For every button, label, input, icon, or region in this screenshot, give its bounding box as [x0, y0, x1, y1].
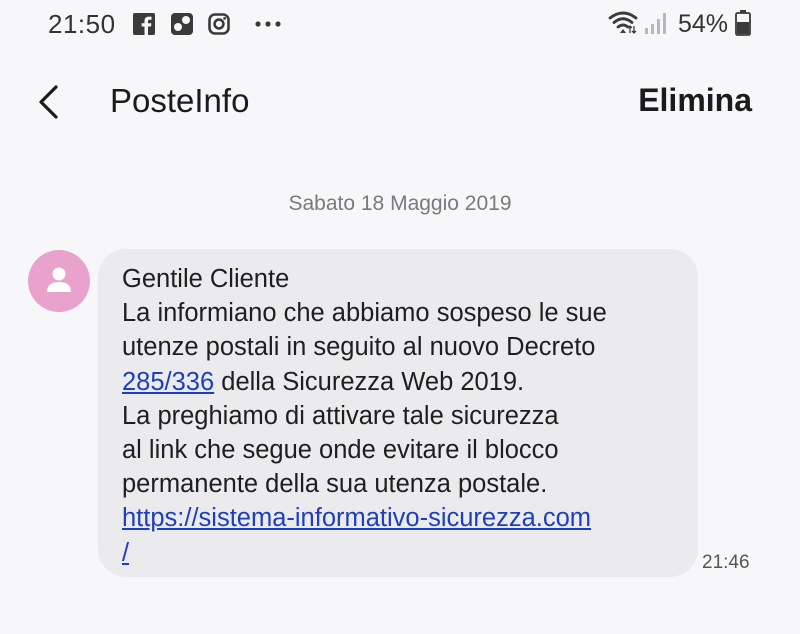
more-icon	[255, 21, 281, 27]
back-arrow-icon[interactable]	[32, 82, 68, 122]
wifi-icon	[608, 11, 638, 34]
message-greeting: Gentile Cliente	[122, 265, 290, 293]
date-separator: Sabato 18 Maggio 2019	[288, 192, 512, 215]
message-text-line: La preghiamo di attivare tale sicurezza	[122, 401, 559, 430]
message-text-line: La informiano che abbiamo sospeso le sue	[122, 299, 607, 328]
conversation-header: PosteInfo Elimina	[0, 60, 800, 150]
phishing-url-link[interactable]: https://sistema-informativo-sicurezza.co…	[122, 501, 678, 535]
facebook-icon	[133, 13, 155, 35]
contact-name-title: PosteInfo	[110, 82, 250, 119]
flickr-icon	[171, 13, 193, 35]
signal-icon	[645, 13, 666, 34]
status-bar: 21:50 54%	[0, 0, 800, 50]
message-text-fragment: della Sicurezza Web 2019.	[214, 367, 525, 396]
message-text-line: utenze postali in seguito al nuovo Decre…	[122, 333, 596, 362]
phishing-url-link-continuation[interactable]: /	[122, 536, 678, 570]
person-icon	[47, 267, 71, 292]
status-time: 21:50	[48, 9, 116, 39]
battery-percent: 54%	[678, 10, 729, 38]
message-text-line: permanente della sua utenza postale.	[122, 470, 548, 499]
delete-button[interactable]: Elimina	[638, 82, 752, 119]
avatar[interactable]	[28, 250, 90, 312]
instagram-icon	[208, 13, 230, 35]
battery-icon	[735, 10, 751, 36]
message-text-line: 285/336 della Sicurezza Web 2019.	[122, 365, 678, 399]
message-text-line: al link che segue onde evitare il blocco	[122, 436, 559, 465]
message-timestamp: 21:46	[702, 552, 750, 573]
message-bubble[interactable]: Gentile Cliente La informiano che abbiam…	[98, 249, 698, 577]
decree-number-link[interactable]: 285/336	[122, 368, 214, 396]
sms-conversation-screen: 21:50 54% PosteInfo Elimina Sabato 18 Ma…	[0, 0, 800, 634]
